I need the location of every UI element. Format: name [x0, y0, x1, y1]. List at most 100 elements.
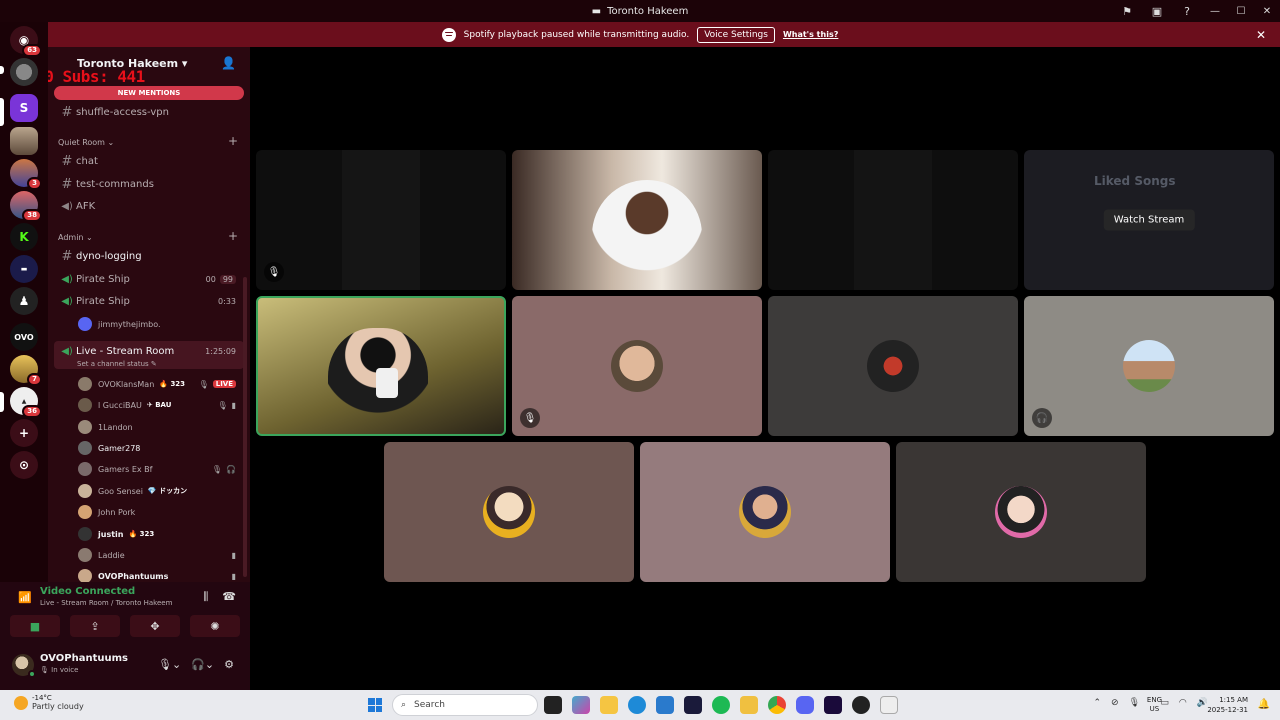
channel-pirate-ship-1[interactable]: ◀) Pirate Ship 00 99: [58, 269, 242, 289]
snipping-tool-icon[interactable]: [880, 696, 898, 714]
voice-user[interactable]: justin 🔥 323: [78, 524, 242, 544]
avatar-tile[interactable]: [896, 442, 1146, 582]
inbox-flag-icon[interactable]: ⚑: [1112, 5, 1142, 18]
server-icon-8[interactable]: ▲ 36: [10, 387, 42, 418]
copilot-icon[interactable]: [572, 696, 590, 714]
display-icon[interactable]: ▭: [1160, 698, 1169, 708]
video-tile[interactable]: [512, 150, 762, 290]
channel-shuffle-access-vpn[interactable]: # shuffle-access-vpn: [58, 102, 242, 122]
microphone-tray-icon[interactable]: 🎙: [1129, 698, 1140, 708]
category-quiet-room[interactable]: Quiet Room ⌄: [58, 138, 114, 147]
voice-user[interactable]: OVOPhantuums ▮: [78, 566, 242, 582]
voice-user[interactable]: jimmythejimbo.: [78, 314, 242, 334]
server-icon-1[interactable]: [10, 58, 38, 86]
channel-pirate-ship-2[interactable]: ◀) Pirate Ship 0:33: [58, 291, 242, 311]
server-icon-ovo[interactable]: OVO: [10, 323, 38, 351]
channel-chat[interactable]: # chat: [58, 151, 242, 171]
spotify-app-icon[interactable]: [712, 696, 730, 714]
server-icon-4[interactable]: 38: [10, 191, 42, 222]
create-channel-icon[interactable]: +: [228, 134, 238, 148]
voice-settings-button[interactable]: Voice Settings: [697, 26, 775, 43]
avatar-tile[interactable]: 🎧: [1024, 296, 1274, 436]
notepad-icon[interactable]: [656, 696, 674, 714]
channel-test-commands[interactable]: # test-commands: [58, 174, 242, 194]
stream-tile[interactable]: Liked Songs Watch Stream: [1024, 150, 1274, 290]
disconnect-icon[interactable]: ☎: [222, 590, 236, 604]
app-icon[interactable]: [684, 696, 702, 714]
close-window-icon[interactable]: ✕: [1254, 6, 1280, 17]
voice-user[interactable]: Gamer278: [78, 438, 242, 458]
home-button[interactable]: ◉ 63: [10, 26, 42, 57]
avatar-tile[interactable]: 🎙: [512, 296, 762, 436]
voice-status[interactable]: Video Connected: [40, 586, 135, 597]
voice-user[interactable]: Goo Sensei 💎 ドッカン: [78, 481, 242, 501]
settings-gear-icon[interactable]: ⚙: [224, 658, 234, 671]
avatar-tile[interactable]: [384, 442, 634, 582]
notifications-icon[interactable]: 🔔: [1258, 699, 1270, 710]
discord-app-icon[interactable]: [796, 696, 814, 714]
app-icon-2[interactable]: [740, 696, 758, 714]
task-view-icon[interactable]: [544, 696, 562, 714]
server-icon-6[interactable]: ♟: [10, 287, 38, 315]
whats-this-link[interactable]: What's this?: [783, 30, 838, 39]
server-icon-3[interactable]: 3: [10, 159, 42, 190]
discover-button[interactable]: ⊙: [10, 451, 38, 479]
voice-user[interactable]: OVOKlansMan 🔥 323 🎙 LIVE: [78, 374, 242, 394]
video-tile[interactable]: [768, 150, 1018, 290]
close-notice-icon[interactable]: ✕: [1256, 28, 1266, 42]
microphone-icon[interactable]: 🎙⌄: [158, 658, 181, 671]
server-icon-active[interactable]: S: [10, 94, 38, 122]
camera-button[interactable]: ■: [10, 615, 60, 637]
channel-afk[interactable]: ◀) AFK: [58, 196, 242, 216]
avatar-tile[interactable]: [768, 296, 1018, 436]
weather-widget[interactable]: -14°C Partly cloudy: [14, 694, 84, 711]
add-server-button[interactable]: +: [10, 419, 38, 447]
voice-user[interactable]: John Pork: [78, 502, 242, 522]
video-tile-speaking[interactable]: [256, 296, 506, 436]
channel-status[interactable]: Set a channel status ✎: [77, 360, 157, 368]
server-icon-7[interactable]: 7: [10, 355, 42, 386]
volume-icon[interactable]: 🔊: [1197, 698, 1208, 708]
obs-icon[interactable]: [852, 696, 870, 714]
file-explorer-icon[interactable]: [600, 696, 618, 714]
user-tag: 🔥 323: [159, 380, 186, 388]
voice-user[interactable]: Laddie ▮: [78, 545, 242, 565]
screen-share-icon[interactable]: ▣: [1142, 5, 1172, 18]
voice-location[interactable]: Live - Stream Room / Toronto Hakeem: [40, 599, 172, 607]
voice-user[interactable]: l GucciBAU ✈ BAU 🎙 ▮: [78, 395, 242, 415]
channel-live-stream-room[interactable]: ◀) Live - Stream Room 1:25:09: [58, 341, 242, 361]
activities-button[interactable]: ✥: [130, 615, 180, 637]
voice-user[interactable]: Gamers Ex Bf 🎙 🎧: [78, 459, 242, 479]
chrome-icon[interactable]: [768, 696, 786, 714]
wifi-icon[interactable]: ◠: [1179, 698, 1187, 708]
watch-stream-button[interactable]: Watch Stream: [1103, 209, 1195, 231]
share-screen-button[interactable]: ⇪: [70, 615, 120, 637]
sidebar-scrollbar[interactable]: [243, 277, 247, 577]
soundboard-button[interactable]: ✺: [190, 615, 240, 637]
server-icon-kick[interactable]: K: [10, 223, 38, 251]
voice-user[interactable]: 1Landon: [78, 417, 242, 437]
edge-icon[interactable]: [628, 696, 646, 714]
server-icon-2[interactable]: [10, 127, 38, 155]
category-admin[interactable]: Admin ⌄: [58, 233, 93, 242]
taskbar-search[interactable]: ⌕ Search: [392, 694, 538, 716]
chevron-up-icon[interactable]: ⌃: [1093, 698, 1101, 708]
premiere-icon[interactable]: [824, 696, 842, 714]
help-icon[interactable]: ?: [1172, 5, 1202, 18]
clock[interactable]: 1:15 AM 2025-12-31: [1207, 695, 1248, 715]
video-tile[interactable]: 🎙: [256, 150, 506, 290]
user-name[interactable]: OVOPhantuums: [40, 653, 128, 664]
headphones-icon[interactable]: 🎧⌄: [191, 658, 214, 671]
channel-dyno-logging[interactable]: # dyno-logging: [58, 246, 242, 266]
noise-suppression-icon[interactable]: ⫼: [203, 590, 208, 604]
connection-signal-icon[interactable]: 📶: [18, 591, 32, 604]
start-button[interactable]: [368, 698, 382, 712]
avatar-tile[interactable]: [640, 442, 890, 582]
server-icon-5[interactable]: ▬: [10, 255, 38, 283]
maximize-icon[interactable]: ☐: [1228, 6, 1254, 17]
network-off-icon[interactable]: ⊘: [1111, 698, 1119, 708]
invite-people-icon[interactable]: 👤: [221, 56, 236, 70]
new-mentions-pill[interactable]: NEW MENTIONS: [54, 86, 244, 100]
create-channel-icon-2[interactable]: +: [228, 229, 238, 243]
minimize-icon[interactable]: —: [1202, 6, 1228, 17]
